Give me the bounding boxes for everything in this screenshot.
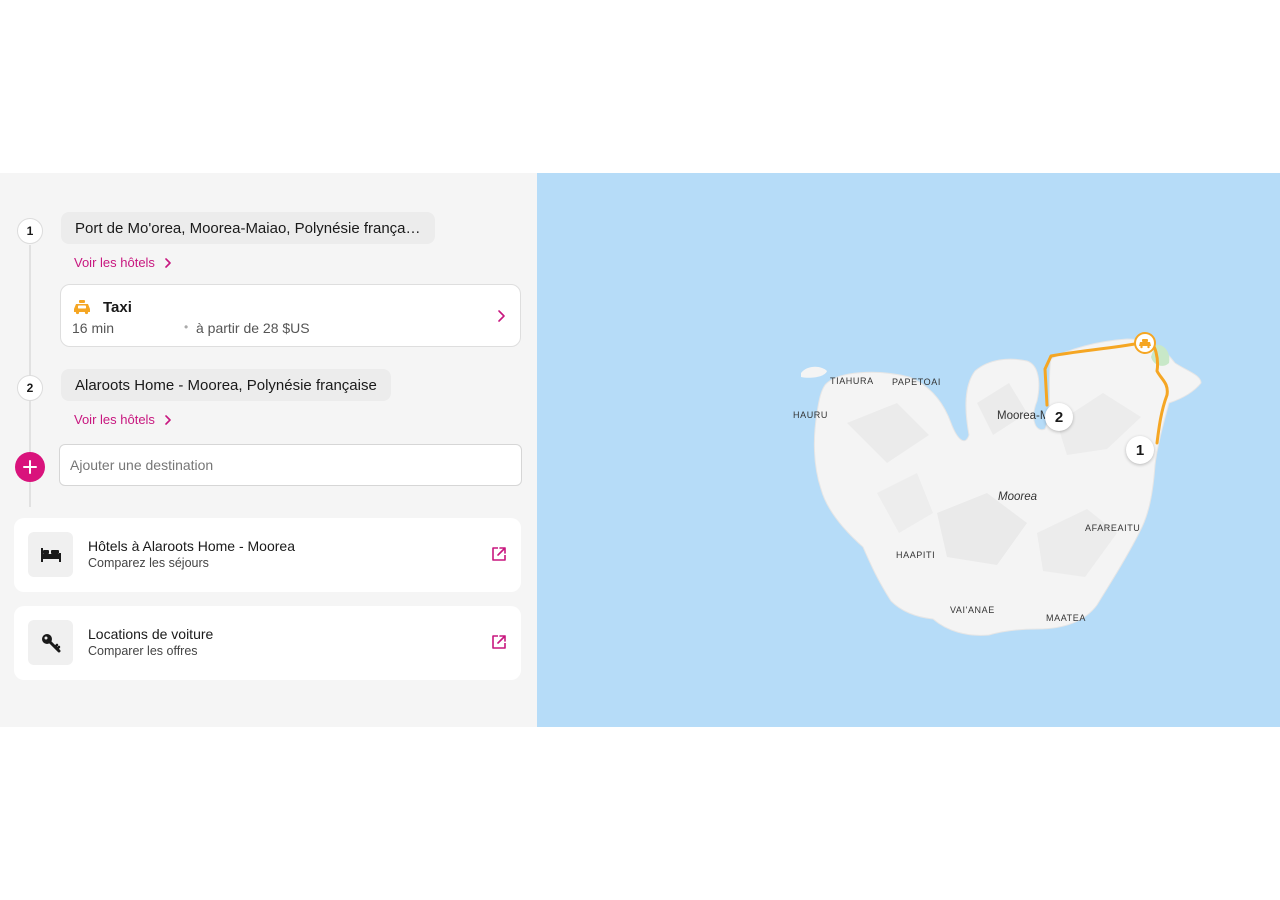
stop-2-hotels-link[interactable]: Voir les hôtels [74,412,173,427]
bed-icon [40,547,61,562]
route-map[interactable]: TIAHURA PAPETOAI HAURU Moorea-M Moorea A… [537,173,1280,727]
map-label-maatea: MAATEA [1046,613,1086,623]
map-label-haapiti: HAAPITI [896,550,936,560]
map-label-afareaitu: AFAREAITU [1085,523,1141,533]
chevron-right-icon [165,257,171,268]
service-subtitle: Comparez les séjours [88,556,209,570]
map-label-moorea-maiao: Moorea-M [997,410,1050,422]
stop-1-place[interactable]: Port de Mo'orea, Moorea-Maiao, Polynésie… [61,212,435,244]
key-icon [41,633,60,652]
service-subtitle: Comparer les offres [88,644,198,658]
plus-icon [23,460,37,474]
external-link-icon[interactable] [491,634,507,650]
taxi-icon [74,300,90,315]
bed-icon-box [28,532,73,577]
map-label-hauru: HAURU [793,410,829,420]
chevron-right-icon [498,310,505,322]
add-destination-button[interactable] [15,452,45,482]
service-title: Hôtels à Alaroots Home - Moorea [88,538,295,554]
segment-separator: • [184,320,189,334]
stop-2-place[interactable]: Alaroots Home - Moorea, Polynésie frança… [61,369,391,401]
add-destination-input[interactable] [59,444,522,486]
hotels-link-label: Voir les hôtels [74,412,155,427]
trip-planner: 1 Port de Mo'orea, Moorea-Maiao, Polynés… [0,173,1280,727]
key-icon-box [28,620,73,665]
hotels-service-card[interactable]: Hôtels à Alaroots Home - Moorea Comparez… [14,518,521,592]
map-label-papetoai: PAPETOAI [892,377,941,387]
chevron-right-icon [165,414,171,425]
segment-mode: Taxi [103,299,132,316]
taxi-segment-card[interactable]: Taxi 16 min • à partir de 28 $US [60,284,521,347]
island-map-graphic [801,338,1202,636]
map-marker-2[interactable]: 2 [1045,403,1073,431]
itinerary-panel: 1 Port de Mo'orea, Moorea-Maiao, Polynés… [0,173,537,727]
hotels-link-label: Voir les hôtels [74,255,155,270]
external-link-icon[interactable] [491,546,507,562]
taxi-map-pin-icon[interactable] [1133,331,1157,355]
stop-number-2: 2 [17,375,43,401]
map-label-vaianae: VAI'ANAE [950,605,995,615]
map-marker-1[interactable]: 1 [1126,436,1154,464]
stop-number-1: 1 [17,218,43,244]
map-label-island: Moorea [998,491,1037,503]
car-rental-service-card[interactable]: Locations de voiture Comparer les offres [14,606,521,680]
stop-1-hotels-link[interactable]: Voir les hôtels [74,255,173,270]
service-title: Locations de voiture [88,626,214,642]
segment-duration: 16 min [72,320,115,336]
map-label-tiahura: TIAHURA [830,376,874,386]
segment-price: à partir de 28 $US [196,320,310,336]
